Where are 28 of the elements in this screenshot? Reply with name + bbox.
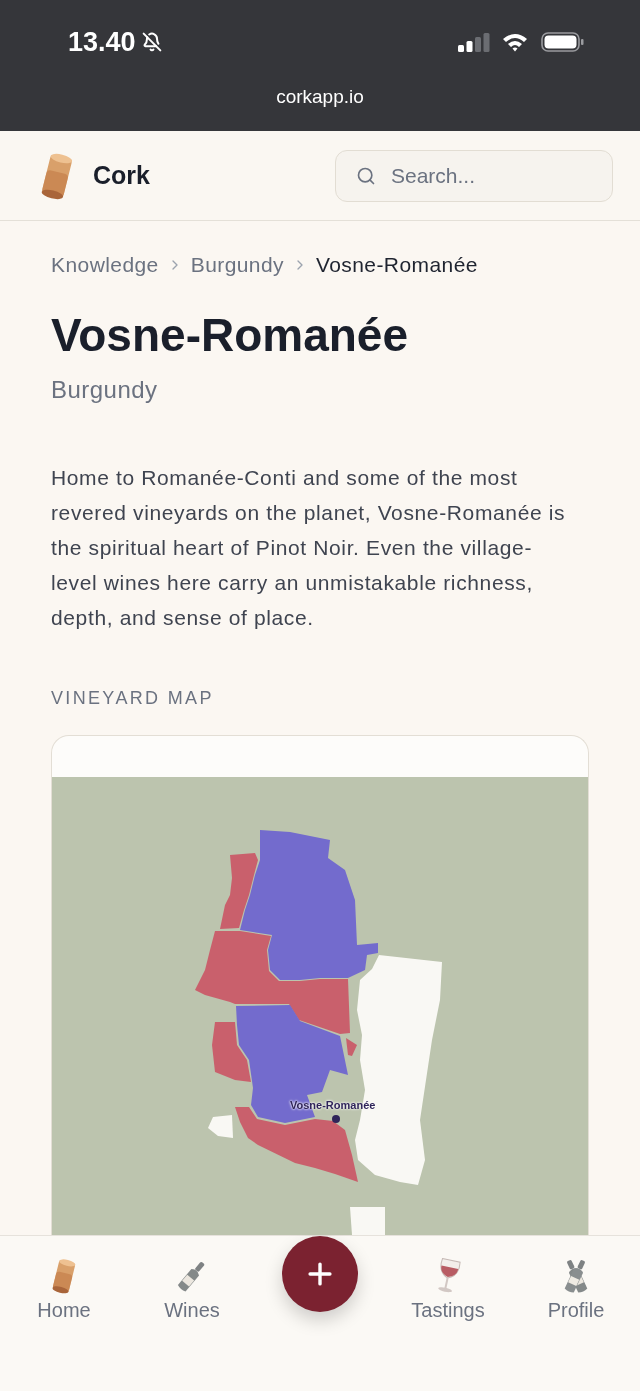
signal-icon [458,32,490,52]
nav-tab[interactable]: Home [0,1236,128,1391]
search-icon [356,165,376,186]
breadcrumb-link[interactable]: Burgundy [190,251,284,279]
breadcrumb-current: Vosne-Romanée [315,252,478,278]
bell-off-icon [141,32,162,52]
page-subtitle: Burgundy [51,375,159,405]
vineyard-parcel[interactable] [350,1207,385,1235]
vineyard-parcel[interactable] [208,1115,233,1138]
section-heading: VINEYARD MAP [51,687,215,710]
search-field[interactable]: Search... [335,149,613,202]
nav-tab[interactable]: Wines [128,1236,256,1391]
clock-time: 13.40 [68,27,136,57]
vineyard-parcel[interactable] [212,1022,251,1082]
vineyard-parcel[interactable] [220,853,258,929]
brand-name[interactable]: Cork [93,156,150,195]
nav-tab[interactable]: Profile [512,1236,640,1391]
breadcrumb-link[interactable]: Knowledge [51,251,159,279]
nav-tab[interactable]: Tastings [384,1236,512,1391]
vineyard-parcel[interactable] [240,830,378,980]
vineyard-parcel[interactable] [195,931,350,1034]
vineyard-parcel[interactable] [346,1038,357,1056]
add-button[interactable] [282,1236,358,1312]
wifi-icon [502,32,528,52]
battery-icon [541,32,584,52]
description-paragraph: Home to Romanée-Conti and some of the most revered vineyards on the planet, Vosne-Romanée is the spiritual heart of Pinot Noir. Even the village-level wines here carry an unmistakable richness, depth, and sense of place. [51,465,567,631]
page-title: Vosne-Romanée [51,309,410,361]
url-text: corkapp.io [276,85,364,109]
